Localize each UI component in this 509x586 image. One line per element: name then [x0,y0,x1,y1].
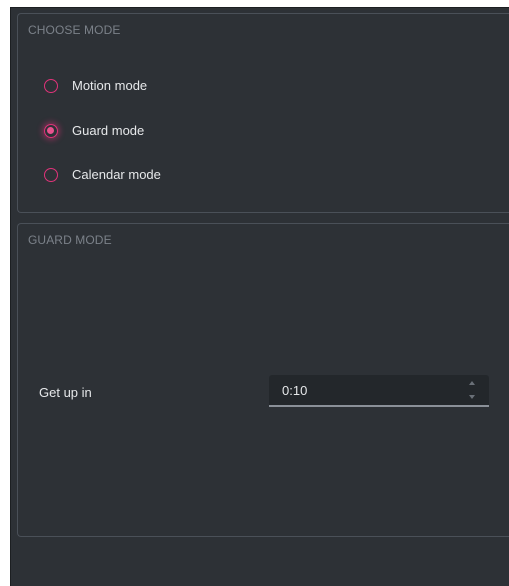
guard-mode-title: GUARD MODE [28,233,112,247]
radio-circle-icon[interactable] [44,78,58,93]
radio-guard-mode[interactable]: Guard mode [44,123,144,138]
choose-mode-title: CHOOSE MODE [28,23,121,37]
radio-checked-icon[interactable] [44,123,58,138]
get-up-label: Get up in [39,385,92,400]
radio-label-motion: Motion mode [72,78,148,93]
guard-mode-group: GUARD MODE Get up in [17,223,509,537]
settings-panel: CHOOSE MODE Motion mode Guard mode Calen… [10,7,509,586]
spin-down-arrow-icon[interactable] [469,395,475,399]
radio-circle-icon[interactable] [44,167,58,182]
choose-mode-group: CHOOSE MODE Motion mode Guard mode Calen… [17,13,509,213]
radio-label-calendar: Calendar mode [72,167,161,182]
radio-motion-mode[interactable]: Motion mode [44,78,147,93]
get-up-spinbox[interactable] [269,375,489,407]
get-up-input[interactable] [282,383,432,398]
spin-up-arrow-icon[interactable] [469,381,475,385]
radio-calendar-mode[interactable]: Calendar mode [44,167,161,182]
radio-label-guard: Guard mode [72,123,145,138]
